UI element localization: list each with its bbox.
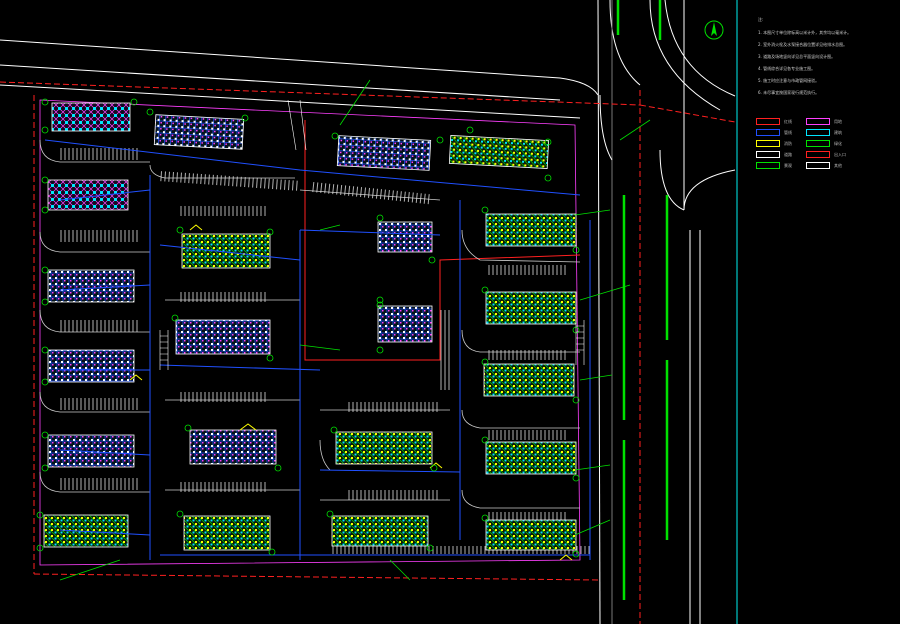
- building: [485, 441, 577, 475]
- legend-label: 景观: [784, 163, 792, 168]
- legend-label: 红线: [784, 119, 792, 124]
- building: [485, 213, 577, 247]
- legend-swatch: [806, 129, 830, 136]
- building: [485, 519, 577, 551]
- building: [336, 135, 432, 171]
- legend-swatch: [756, 118, 780, 125]
- legend-swatch: [806, 140, 830, 147]
- building: [448, 135, 550, 169]
- building: [47, 434, 135, 468]
- note-line: 5. 施工时应注意与市政管网接驳。: [758, 78, 820, 83]
- parking-stalls: [58, 148, 590, 554]
- note-line: 6. 未尽事宜按国家现行规范执行。: [758, 90, 820, 95]
- building: [153, 114, 245, 150]
- legend-label: 用地: [834, 119, 842, 124]
- legend-swatch: [756, 129, 780, 136]
- legend-label: 绿化: [834, 141, 842, 146]
- legend-label: 其他: [834, 163, 842, 168]
- legend: 红线 用地管线 建筑消防 绿化道路 出入口景观 其他: [756, 118, 896, 178]
- note-line: 4. 管线综合详见各专业施工图。: [758, 66, 816, 71]
- building: [377, 221, 433, 253]
- building: [51, 102, 131, 132]
- building: [47, 349, 135, 383]
- building: [331, 515, 429, 547]
- building: [181, 233, 271, 269]
- legend-label: 建筑: [834, 130, 842, 135]
- building: [175, 319, 271, 355]
- legend-label: 出入口: [834, 152, 846, 157]
- legend-swatch: [756, 140, 780, 147]
- green-strips: [616, 0, 669, 600]
- legend-label: 消防: [784, 141, 792, 146]
- legend-swatch: [756, 151, 780, 158]
- legend-swatch: [756, 162, 780, 169]
- legend-label: 管线: [784, 130, 792, 135]
- legend-swatch: [806, 151, 830, 158]
- note-line: 3. 道路及场地竖向详见总平面竖向设计图。: [758, 54, 836, 59]
- note-line: 1. 本图尺寸单位除标高以米计外，其余均以毫米计。: [758, 30, 852, 35]
- building: [483, 363, 575, 397]
- notes-heading: 注:: [758, 17, 764, 22]
- building: [485, 291, 577, 325]
- note-line: 2. 室外消火栓及水泵接合器位置详见给排水总图。: [758, 42, 848, 47]
- property-line: [39, 99, 581, 566]
- legend-swatch: [806, 162, 830, 169]
- building: [183, 515, 271, 551]
- legend-label: 道路: [784, 152, 792, 157]
- building: [335, 431, 433, 465]
- building: [189, 429, 277, 465]
- notes-panel: 注: 1. 本图尺寸单位除标高以米计外，其余均以毫米计。 2. 室外消火栓及水泵…: [738, 0, 900, 624]
- legend-swatch: [806, 118, 830, 125]
- building: [377, 305, 433, 343]
- building: [47, 269, 135, 303]
- north-arrow-icon: [704, 20, 724, 40]
- building: [47, 179, 129, 211]
